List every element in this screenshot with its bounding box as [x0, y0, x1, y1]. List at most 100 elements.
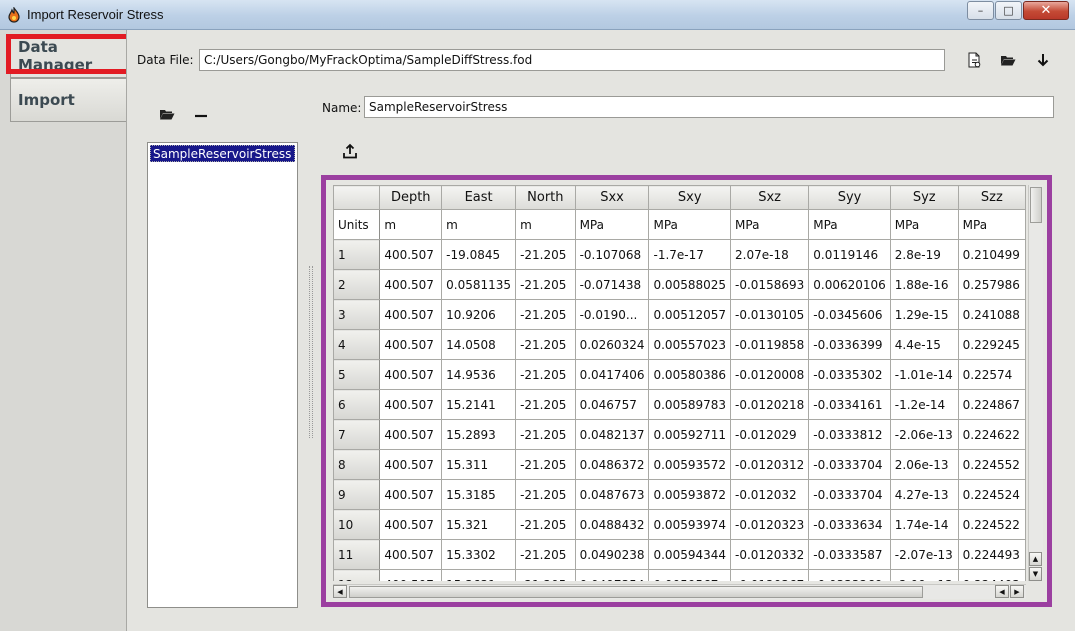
table-cell[interactable]: -0.071438	[574, 269, 650, 300]
table-cell[interactable]: -0.0190...	[574, 299, 650, 330]
table-cell[interactable]: 0.00512057	[648, 299, 732, 330]
table-cell[interactable]: -0.0120332	[730, 539, 810, 570]
table-row[interactable]: 12400.50715.3631-21.2050.04973540.005956…	[333, 569, 1026, 581]
table-vertical-scrollbar[interactable]: ▲ ▼	[1028, 185, 1043, 581]
row-header[interactable]: 12	[333, 569, 381, 581]
table-cell[interactable]: 0.0119146	[808, 239, 891, 270]
table-cell[interactable]: -0.012032	[730, 479, 810, 510]
table-cell[interactable]: 0.00594344	[648, 539, 732, 570]
table-cell[interactable]: 15.3185	[441, 479, 517, 510]
table-cell[interactable]: 0.224867	[957, 389, 1026, 420]
table-cell[interactable]: -21.205	[515, 389, 576, 420]
table-cell[interactable]: 0.00593974	[648, 509, 732, 540]
table-row[interactable]: 10 400.507 15.321 -21.205 0.0488432 0.0059397…	[333, 509, 1026, 540]
table-cell[interactable]: 0.0260324	[574, 329, 650, 360]
table-cell[interactable]: -2.07e-13	[889, 539, 959, 570]
table-cell[interactable]: 400.507	[379, 479, 443, 510]
table-cell[interactable]: -0.0158693	[730, 269, 810, 300]
row-header[interactable]: 8	[333, 449, 381, 480]
table-cell[interactable]: 15.3302	[441, 539, 517, 570]
table-cell[interactable]: 0.046757	[574, 389, 650, 420]
new-file-button[interactable]	[963, 49, 985, 71]
table-cell[interactable]: -0.107068	[574, 239, 650, 270]
table-cell[interactable]: -21.205	[515, 539, 576, 570]
row-header[interactable]: 11	[333, 539, 381, 570]
table-cell[interactable]: 0.00580386	[648, 359, 732, 390]
table-cell[interactable]: 1.88e-16	[889, 269, 959, 300]
table-cell[interactable]: 0.00592711	[648, 419, 732, 450]
scroll-down-arrow-icon[interactable]: ▼	[1029, 567, 1042, 581]
table-cell[interactable]: 0.00620106	[808, 269, 891, 300]
table-cell[interactable]: -0.0333269	[808, 569, 891, 581]
table-row[interactable]: 8 400.507 15.311 -21.205 0.0486372 0.00593572…	[333, 449, 1026, 480]
table-cell[interactable]: -0.0120323	[730, 509, 810, 540]
table-row[interactable]: 4 400.507 14.0508 -21.205 0.0260324 0.0055702…	[333, 329, 1026, 360]
table-cell[interactable]: -0.0345606	[808, 299, 891, 330]
table-cell[interactable]: 15.2893	[441, 419, 517, 450]
table-cell[interactable]: 0.0497354	[574, 569, 650, 581]
unit-cell[interactable]: m	[441, 209, 517, 240]
table-cell[interactable]: 15.2141	[441, 389, 517, 420]
table-cell[interactable]: -21.205	[515, 329, 576, 360]
row-header[interactable]: 1	[333, 239, 381, 270]
table-cell[interactable]: -1.2e-14	[889, 389, 959, 420]
open-file-button[interactable]	[997, 49, 1019, 71]
table-cell[interactable]: 0.210499	[957, 239, 1026, 270]
table-cell[interactable]: 0.224622	[957, 419, 1026, 450]
table-cell[interactable]: -21.205	[515, 239, 576, 270]
table-cell[interactable]: 1.29e-15	[889, 299, 959, 330]
table-cell[interactable]: -0.0333812	[808, 419, 891, 450]
table-cell[interactable]: -0.0120312	[730, 449, 810, 480]
table-cell[interactable]: -0.0119858	[730, 329, 810, 360]
name-input[interactable]: SampleReservoirStress	[364, 96, 1054, 118]
table-cell[interactable]: 0.00588025	[648, 269, 732, 300]
close-button[interactable]: ✕	[1023, 1, 1069, 20]
table-cell[interactable]: 0.0486372	[574, 449, 650, 480]
table-cell[interactable]: -0.0120008	[730, 359, 810, 390]
table-cell[interactable]: 2.8e-19	[889, 239, 959, 270]
minimize-button[interactable]: –	[967, 1, 994, 20]
scroll-left-arrow-icon[interactable]: ◀	[995, 585, 1009, 598]
table-cell[interactable]: 0.00593872	[648, 479, 732, 510]
table-cell[interactable]: 400.507	[379, 299, 443, 330]
table-row[interactable]: 2 400.507 0.0581135 -21.205 -0.071438 0.00588…	[333, 269, 1026, 300]
horizontal-scroll-thumb[interactable]	[349, 586, 923, 598]
table-cell[interactable]: 400.507	[379, 269, 443, 300]
table-cell[interactable]: 15.3631	[441, 569, 517, 581]
table-cell[interactable]: -0.0336399	[808, 329, 891, 360]
table-cell[interactable]: 0.0487673	[574, 479, 650, 510]
unit-cell[interactable]: MPa	[889, 209, 959, 240]
row-header[interactable]: 10	[333, 509, 381, 540]
row-header[interactable]: 7	[333, 419, 381, 450]
data-file-input[interactable]: C:/Users/Gongbo/MyFrackOptima/SampleDiff…	[199, 49, 945, 71]
table-cell[interactable]: -0.0333587	[808, 539, 891, 570]
list-item[interactable]: SampleReservoirStress	[150, 145, 295, 162]
table-cell[interactable]: -0.0333634	[808, 509, 891, 540]
table-cell[interactable]: -21.205	[515, 359, 576, 390]
table-cell[interactable]: -21.205	[515, 269, 576, 300]
column-header[interactable]: Sxy	[648, 185, 732, 210]
table-cell[interactable]: 0.224403	[957, 569, 1026, 581]
table-cell[interactable]: 0.00589783	[648, 389, 732, 420]
column-header[interactable]: Sxz	[730, 185, 810, 210]
table-cell[interactable]: 400.507	[379, 359, 443, 390]
table-cell[interactable]: -0.012029	[730, 419, 810, 450]
export-button[interactable]	[339, 140, 361, 162]
row-header[interactable]: 3	[333, 299, 381, 330]
column-header[interactable]: Sxx	[574, 185, 650, 210]
table-cell[interactable]: 0.0417406	[574, 359, 650, 390]
table-cell[interactable]: -0.0334161	[808, 389, 891, 420]
maximize-button[interactable]: □	[995, 1, 1022, 20]
table-cell[interactable]: -0.0333704	[808, 449, 891, 480]
column-header[interactable]: Depth	[379, 185, 443, 210]
table-cell[interactable]: -21.205	[515, 569, 576, 581]
tab-data-manager[interactable]: Data Manager	[10, 34, 126, 78]
table-cell[interactable]: 4.27e-13	[889, 479, 959, 510]
unit-cell[interactable]: MPa	[808, 209, 891, 240]
table-cell[interactable]: -21.205	[515, 299, 576, 330]
download-button[interactable]	[1032, 49, 1054, 71]
table-row[interactable]: 3 400.507 10.9206 -21.205 -0.0190... 0.005120…	[333, 299, 1026, 330]
unit-cell[interactable]: MPa	[648, 209, 732, 240]
row-header[interactable]: 2	[333, 269, 381, 300]
table-cell[interactable]: 0.0488432	[574, 509, 650, 540]
